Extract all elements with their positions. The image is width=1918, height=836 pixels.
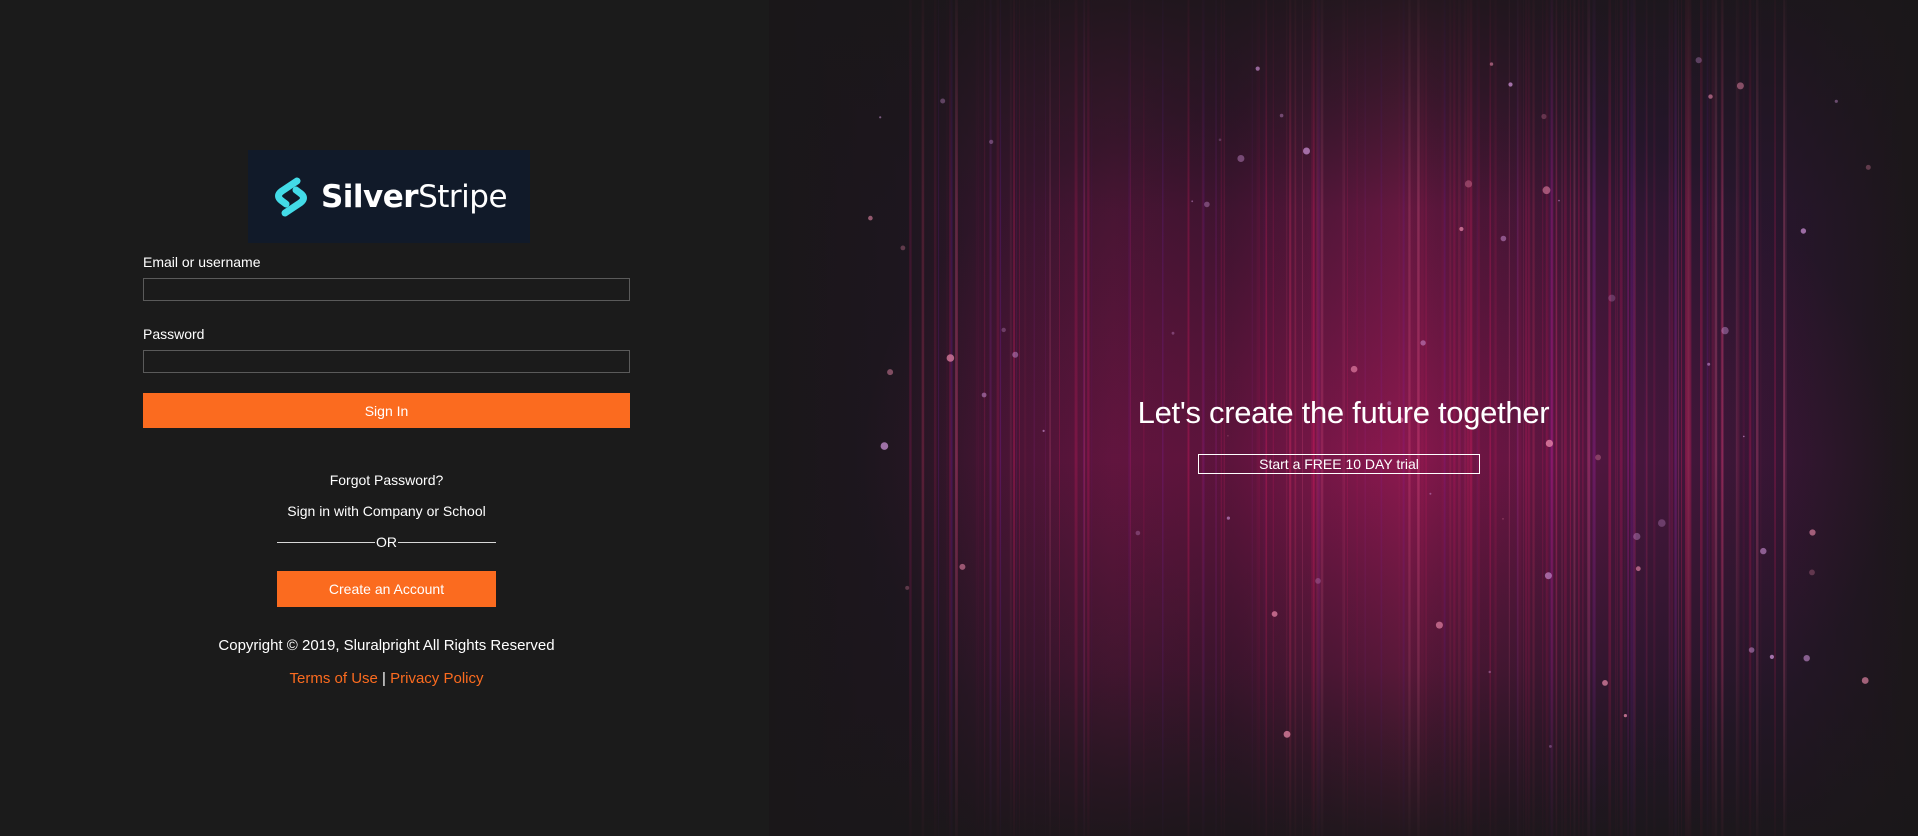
divider-line-left bbox=[277, 541, 375, 543]
password-field[interactable] bbox=[143, 350, 630, 373]
create-account-button[interactable]: Create an Account bbox=[277, 571, 496, 607]
privacy-policy-link[interactable]: Privacy Policy bbox=[390, 670, 483, 687]
legal-separator: | bbox=[382, 670, 386, 687]
silverstripe-logo: SilverStripe bbox=[248, 150, 530, 243]
divider-line-right bbox=[398, 541, 496, 543]
brand-name-part2: Stripe bbox=[418, 178, 508, 215]
legal-links: Terms of Use | Privacy Policy bbox=[143, 670, 630, 687]
password-label: Password bbox=[143, 326, 205, 342]
brand-name: SilverStripe bbox=[320, 178, 508, 215]
email-field[interactable] bbox=[143, 278, 630, 301]
terms-of-use-link[interactable]: Terms of Use bbox=[290, 670, 378, 687]
sign-in-button[interactable]: Sign In bbox=[143, 393, 630, 428]
hero-panel: Let's create the future together Start a… bbox=[769, 0, 1918, 836]
email-label: Email or username bbox=[143, 254, 261, 270]
forgot-password-link[interactable]: Forgot Password? bbox=[143, 472, 630, 488]
copyright-text: Copyright © 2019, Sluralpright All Right… bbox=[218, 637, 555, 654]
company-sign-in-link[interactable]: Sign in with Company or School bbox=[143, 503, 630, 519]
login-panel: SilverStripe Email or username Password … bbox=[0, 0, 769, 836]
hero-title: Let's create the future together bbox=[1137, 395, 1550, 430]
brand-name-part1: Silver bbox=[320, 178, 419, 215]
or-divider: OR bbox=[277, 533, 496, 551]
login-page: SilverStripe Email or username Password … bbox=[0, 0, 1918, 836]
or-text: OR bbox=[376, 534, 397, 550]
silverstripe-logo-icon bbox=[275, 177, 307, 216]
free-trial-button[interactable]: Start a FREE 10 DAY trial bbox=[1198, 454, 1480, 474]
